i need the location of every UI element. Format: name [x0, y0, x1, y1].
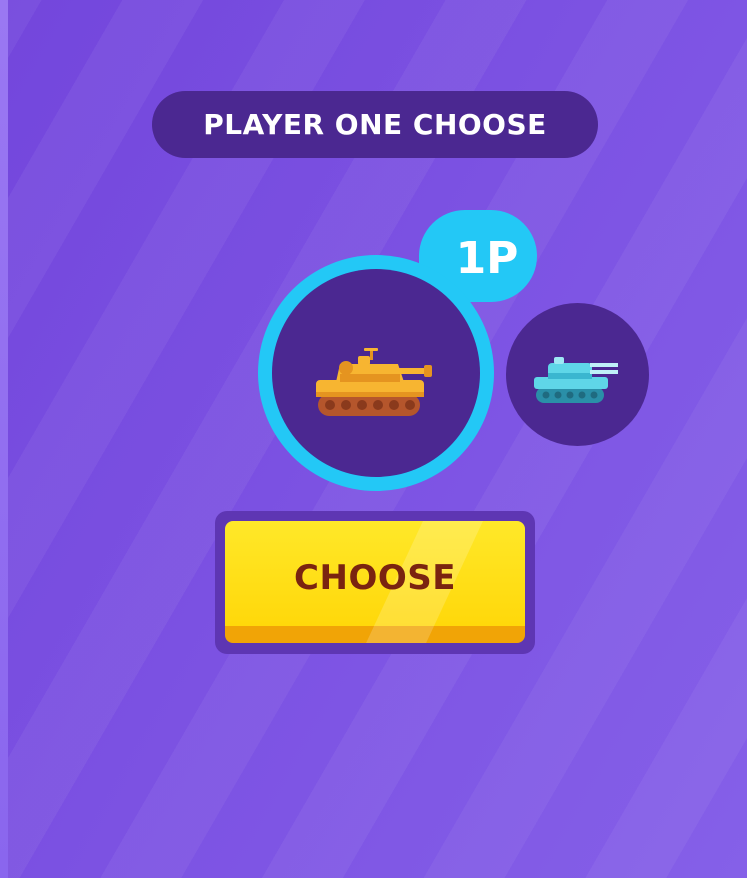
yellow-tank-icon [316, 348, 432, 416]
title-banner: PLAYER ONE CHOOSE [152, 91, 598, 158]
choose-button-label: CHOOSE [294, 558, 456, 598]
page-title: PLAYER ONE CHOOSE [203, 108, 547, 141]
blue-tank-icon [534, 357, 618, 403]
player-badge-label: 1P [455, 233, 519, 284]
choose-button[interactable]: CHOOSE [225, 521, 525, 643]
left-edge-strip [0, 0, 8, 878]
